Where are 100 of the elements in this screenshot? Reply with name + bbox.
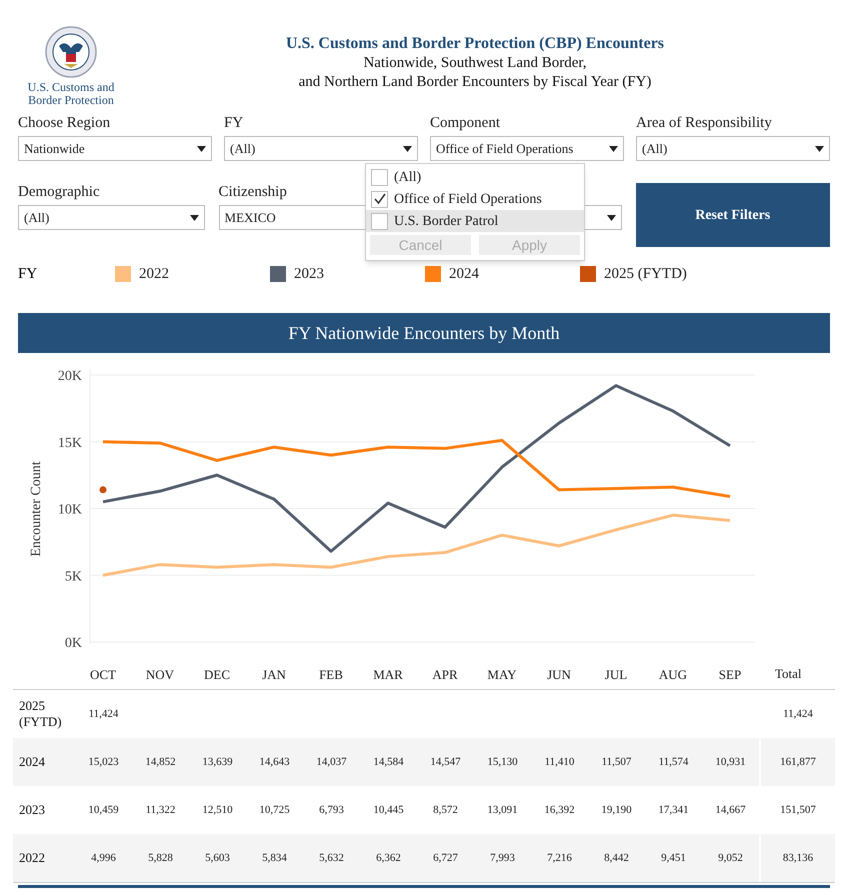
- table-cell-text: 9,052: [717, 850, 744, 866]
- table-cell-text: 161,877: [780, 754, 816, 770]
- axis-tick-label: JAN: [262, 667, 286, 682]
- caret-icon: [197, 146, 206, 152]
- filter-select[interactable]: Nationwide: [18, 136, 212, 161]
- legend-label: 2022: [139, 264, 169, 284]
- table-cell-text: 11,424: [88, 706, 120, 722]
- caret-icon: [606, 214, 616, 220]
- axis-title: Encounter Count: [29, 461, 44, 557]
- axis-tick-label: FEB: [319, 667, 343, 682]
- table-cell-text: 10,459: [87, 802, 120, 818]
- page-title: U.S. Customs and Border Protection (CBP) Encounters: [286, 34, 664, 54]
- table-cell-text: 11,574: [658, 754, 690, 770]
- caret-icon: [815, 146, 824, 152]
- table-cell-text: 8,572: [432, 802, 459, 818]
- axis-tick-label: MAR: [373, 667, 403, 682]
- legend-label: 2024: [449, 264, 479, 284]
- table-cell-text: 7,216: [546, 850, 573, 866]
- axis-tick-label: 15K: [58, 436, 82, 451]
- filter-select[interactable]: (All): [636, 136, 830, 161]
- logo-text: U.S. Customs and: [28, 81, 114, 94]
- row-header: 2023: [18, 802, 46, 818]
- filter-label: Demographic: [18, 183, 100, 201]
- axis-tick-label: AUG: [658, 667, 688, 682]
- column-header: Total: [775, 665, 802, 683]
- logo-text: Border Protection: [28, 94, 114, 107]
- axis-tick-label: 0K: [64, 636, 82, 651]
- caret-icon: [190, 214, 199, 220]
- legend-label: 2025 (FYTD): [604, 264, 687, 284]
- table-cell-text: 7,993: [489, 850, 516, 866]
- table-cell-text: 19,190: [600, 802, 633, 818]
- table-cell-text: 11,507: [600, 754, 632, 770]
- table-cell-text: 4,996: [90, 850, 117, 866]
- table-cell-text: 8,442: [603, 850, 630, 866]
- axis-tick-label: SEP: [718, 667, 742, 682]
- axis-tick-label: MAY: [487, 667, 517, 682]
- table-cell-text: 11,410: [544, 754, 576, 770]
- table-cell-text: 14,037: [315, 754, 348, 770]
- table-cell-text: 151,507: [780, 802, 816, 818]
- axis-tick-label: 5K: [64, 569, 82, 584]
- table-cell-text: 11,322: [144, 802, 176, 818]
- table-cell-text: 9,451: [660, 850, 687, 866]
- table-cell-text: 14,643: [258, 754, 291, 770]
- caret-icon: [609, 146, 618, 152]
- table-cell-text: 15,130: [486, 754, 519, 770]
- filter-select[interactable]: (All): [224, 136, 418, 161]
- table-cell-text: 5,828: [147, 850, 174, 866]
- check-icon: [374, 193, 386, 205]
- checkbox[interactable]: [371, 212, 388, 230]
- axis-tick-label: 10K: [58, 502, 82, 518]
- dropdown-option[interactable]: U.S. Border Patrol: [366, 210, 584, 232]
- row-header: 2024: [18, 754, 46, 770]
- axis-tick-label: NOV: [146, 667, 174, 682]
- filter-label: Choose Region: [18, 114, 110, 132]
- filter-label: Area of Responsibility: [636, 114, 772, 132]
- row-header: 2025 (FYTD): [18, 698, 63, 730]
- checkbox[interactable]: [371, 190, 388, 208]
- table-cell-text: 5,603: [204, 850, 231, 866]
- table-cell-text: 16,392: [543, 802, 576, 818]
- filter-label: FY: [224, 114, 244, 132]
- axis-tick-label: OCT: [90, 667, 116, 682]
- data-point: [100, 486, 106, 494]
- caret-icon: [403, 146, 412, 152]
- table-cell-text: 13,639: [201, 754, 234, 770]
- seal-icon: [45, 26, 97, 78]
- table-cell-text: 10,931: [714, 754, 747, 770]
- table-cell-text: 11,424: [783, 706, 813, 722]
- reset-filters-button[interactable]: Reset Filters: [636, 183, 830, 247]
- legend-label: 2023: [294, 264, 324, 284]
- filter-label: Citizenship: [218, 183, 287, 201]
- table-cell-text: 10,725: [258, 802, 291, 818]
- axis-tick-label: 20K: [58, 369, 82, 384]
- table-cell-text: 14,852: [144, 754, 177, 770]
- table-cell-text: 5,632: [318, 850, 345, 866]
- row-header: 2022: [18, 850, 46, 866]
- axis-tick-label: DEC: [204, 667, 230, 682]
- filter-select[interactable]: (All): [18, 205, 205, 230]
- table-cell-text: 6,793: [318, 802, 345, 818]
- table-cell-text: 83,136: [782, 850, 814, 866]
- table-cell-text: 5,834: [261, 850, 288, 866]
- axis-tick-label: APR: [432, 667, 458, 682]
- table-cell-text: 15,023: [87, 754, 120, 770]
- dropdown-option[interactable]: (All): [366, 166, 584, 188]
- table-cell-text: 13,091: [486, 802, 519, 818]
- page-subtitle: and Northern Land Border Encounters by Fiscal Year (FY): [298, 73, 652, 92]
- axis-tick-label: JUN: [547, 667, 571, 682]
- table-cell-text: 12,510: [201, 802, 234, 818]
- table-cell-text: 10,445: [372, 802, 405, 818]
- filter-select[interactable]: Office of Field Operations: [430, 136, 624, 161]
- checkbox[interactable]: [371, 168, 388, 186]
- table-cell-text: 14,667: [714, 802, 747, 818]
- page-subtitle: Nationwide, Southwest Land Border,: [363, 54, 587, 73]
- chart-title-bar: FY Nationwide Encounters by Month: [18, 313, 830, 353]
- filter-label: Component: [430, 114, 500, 132]
- axis-tick-label: JUL: [604, 667, 628, 682]
- table-cell-text: 14,547: [429, 754, 462, 770]
- table-cell-text: 14,584: [372, 754, 405, 770]
- table-cell-text: 17,341: [657, 802, 690, 818]
- table-cell-text: 6,362: [375, 850, 402, 866]
- legend-title: FY: [18, 264, 38, 284]
